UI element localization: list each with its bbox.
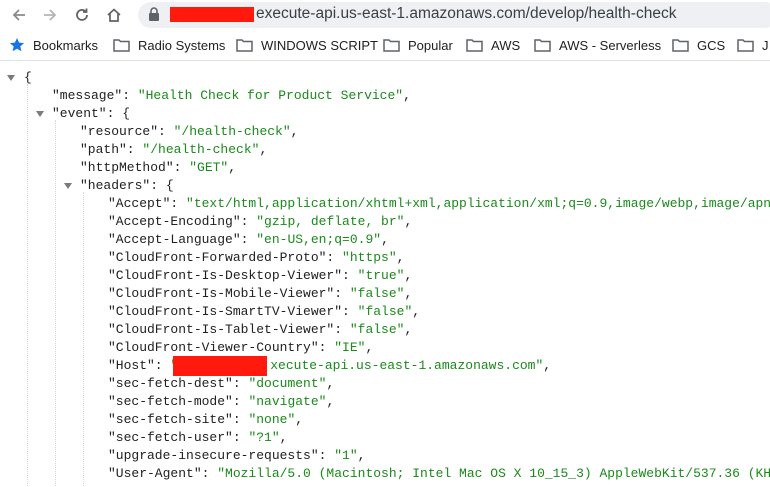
json-line-upgrade-insecure: "upgrade-insecure-requests": "1",	[108, 448, 366, 463]
json-line-sec-fetch-dest: "sec-fetch-dest": "document",	[108, 376, 335, 391]
address-bar-url: execute-api.us-east-1.amazonaws.com/deve…	[256, 5, 677, 22]
cf-forwarded-proto-value: "https"	[342, 250, 397, 265]
folder-icon	[534, 39, 551, 52]
forward-arrow-icon	[44, 9, 57, 21]
reload-icon	[76, 8, 88, 21]
back-arrow-icon	[12, 9, 25, 21]
collapse-headers-toggle-icon[interactable]	[64, 183, 72, 189]
home-icon	[107, 8, 121, 22]
bookmarks-bar: Bookmarks Radio Systems WINDOWS SCRIPT P…	[0, 30, 770, 61]
collapse-root-toggle-icon[interactable]	[7, 75, 15, 81]
indent-guide	[83, 192, 85, 487]
json-line-message: "message": "Health Check for Product Ser…	[52, 88, 411, 103]
cf-mobile-value: "false"	[349, 286, 405, 301]
json-line-cf-forwarded-proto: "CloudFront-Forwarded-Proto": "https",	[108, 250, 405, 265]
json-line-sec-fetch-site: "sec-fetch-site": "none",	[108, 412, 304, 427]
bookmark-label: WINDOWS SCRIPT	[261, 37, 378, 53]
bookmark-gcs[interactable]: GCS	[672, 36, 725, 54]
bookmark-j[interactable]: J	[737, 36, 769, 54]
bookmark-label: Bookmarks	[33, 37, 99, 53]
folder-icon	[672, 39, 689, 52]
home-button[interactable]	[104, 5, 124, 25]
reload-button[interactable]	[72, 5, 92, 25]
json-line-cf-mobile: "CloudFront-Is-Mobile-Viewer": "false",	[108, 286, 413, 301]
json-viewer: { "message": "Health Check for Product S…	[0, 64, 770, 487]
bookmark-label: AWS - Serverless	[559, 37, 662, 53]
bookmark-label: Popular	[408, 37, 453, 53]
redacted-url-prefix	[170, 7, 254, 22]
sec-fetch-mode-value: "navigate"	[248, 394, 327, 409]
path-value: "/health-check"	[142, 142, 260, 157]
bookmark-label: AWS	[491, 37, 521, 53]
folder-icon	[236, 39, 253, 52]
bookmark-bookmarks[interactable]: Bookmarks	[9, 36, 98, 54]
accept-encoding-value: "gzip, deflate, br"	[256, 214, 405, 229]
bookmark-label: J	[762, 37, 769, 53]
bookmark-aws-serverless[interactable]: AWS - Serverless	[534, 36, 661, 54]
sec-fetch-site-value: "none"	[248, 412, 296, 427]
browser-toolbar: execute-api.us-east-1.amazonaws.com/deve…	[0, 0, 770, 30]
cf-smarttv-value: "false"	[357, 304, 413, 319]
collapse-event-toggle-icon[interactable]	[36, 111, 44, 117]
bookmark-label: GCS	[697, 37, 726, 53]
sec-fetch-user-value: "?1"	[248, 430, 280, 445]
bookmark-label: Radio Systems	[138, 37, 226, 53]
bookmark-aws[interactable]: AWS	[466, 36, 520, 54]
upgrade-insecure-value: "1"	[334, 448, 358, 463]
accept-language-value: "en-US,en;q=0.9"	[256, 232, 382, 247]
redacted-host-prefix	[173, 356, 267, 376]
json-line-resource: "resource": "/health-check",	[80, 124, 299, 139]
message-value: "Health Check for Product Service"	[137, 88, 404, 103]
folder-icon	[383, 39, 400, 52]
json-root-open: {	[24, 70, 32, 85]
json-line-sec-fetch-user: "sec-fetch-user": "?1",	[108, 430, 288, 445]
folder-icon	[737, 39, 754, 52]
json-line-cf-country: "CloudFront-Viewer-Country": "IE",	[108, 340, 374, 355]
user-agent-value: "Mozilla/5.0 (Macintosh; Intel Mac OS X …	[217, 466, 770, 481]
json-line-cf-tablet: "CloudFront-Is-Tablet-Viewer": "false",	[108, 322, 413, 337]
json-line-cf-smarttv: "CloudFront-Is-SmartTV-Viewer": "false",	[108, 304, 421, 319]
back-button[interactable]	[9, 5, 29, 25]
folder-icon	[113, 39, 130, 52]
json-line-accept-language: "Accept-Language": "en-US,en;q=0.9",	[108, 232, 389, 247]
json-line-path: "path": "/health-check",	[80, 142, 268, 157]
bookmark-windows-script[interactable]: WINDOWS SCRIPT	[236, 36, 378, 54]
json-line-cf-desktop: "CloudFront-Is-Desktop-Viewer": "true",	[108, 268, 413, 283]
json-line-httpmethod: "httpMethod": "GET",	[80, 160, 237, 175]
json-line-event: "event": {	[52, 106, 131, 121]
cf-desktop-value: "true"	[357, 268, 405, 283]
lock-icon	[149, 7, 159, 21]
bookmark-popular[interactable]: Popular	[383, 36, 453, 54]
json-line-sec-fetch-mode: "sec-fetch-mode": "navigate",	[108, 394, 335, 409]
json-line-accept: "Accept": "text/html,application/xhtml+x…	[108, 195, 770, 213]
star-icon	[9, 38, 25, 52]
json-line-accept-encoding: "Accept-Encoding": "gzip, deflate, br",	[108, 214, 413, 229]
indent-guide	[27, 84, 29, 487]
cf-country-value: "IE"	[334, 340, 366, 355]
accept-value: "text/html,application/xhtml+xml,applica…	[186, 196, 770, 211]
resource-value: "/health-check"	[173, 124, 291, 139]
cf-tablet-value: "false"	[349, 322, 405, 337]
host-value: xecute-api.us-east-1.amazonaws.com"	[270, 358, 544, 373]
forward-button[interactable]	[40, 5, 60, 25]
json-line-headers: "headers": {	[80, 178, 174, 193]
sec-fetch-dest-value: "document"	[248, 376, 327, 391]
indent-guide	[55, 120, 57, 487]
httpmethod-value: "GET"	[189, 160, 229, 175]
bookmark-radio-systems[interactable]: Radio Systems	[113, 36, 225, 54]
folder-icon	[466, 39, 483, 52]
json-line-user-agent: "User-Agent": "Mozilla/5.0 (Macintosh; I…	[108, 466, 770, 481]
